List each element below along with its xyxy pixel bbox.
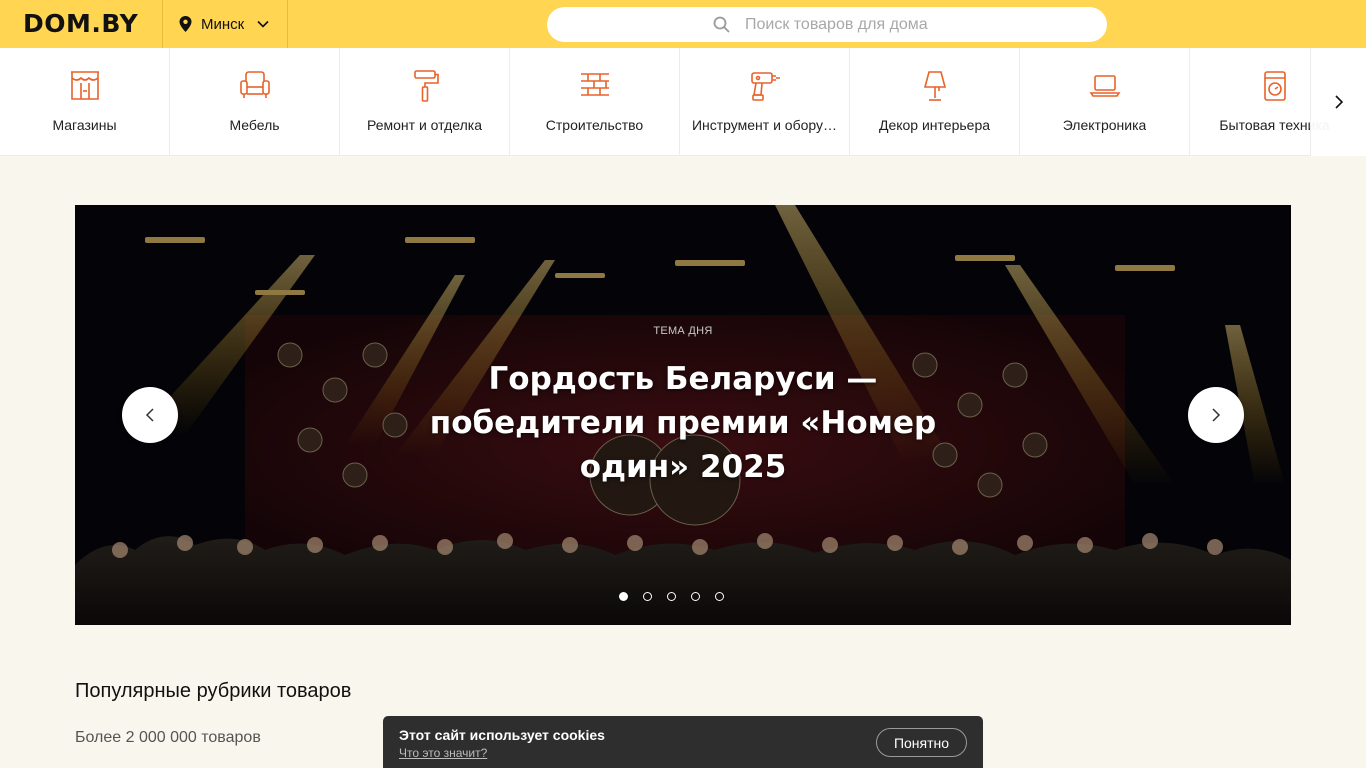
header-bar: DOM.BY Минск [0,0,1366,48]
banner-pagination [619,592,739,601]
category-electronics[interactable]: Электроника [1020,48,1190,155]
search-input[interactable] [745,13,1085,37]
category-nav: Магазины Мебель Ремонт и отделка Строите… [0,48,1366,156]
category-renovation[interactable]: Ремонт и отделка [340,48,510,155]
section-title: Популярные рубрики товаров [75,680,352,702]
drill-icon [750,72,780,101]
category-label: Магазины [52,117,117,133]
cookie-title: Этот сайт использует cookies [399,727,605,743]
category-label: Строительство [545,117,644,133]
banner-headline[interactable]: Гордость Беларуси — победители премии «Н… [425,357,941,489]
brick-wall-icon [580,73,609,96]
cookie-info-link[interactable]: Что это значит? [399,746,487,760]
lamp-icon [923,71,946,101]
pagination-dot[interactable] [691,592,700,601]
city-selector[interactable]: Минск [162,0,288,48]
cookie-banner: Этот сайт использует cookies Что это зна… [383,716,983,768]
hero-banner[interactable]: ТЕМА ДНЯ Гордость Беларуси — победители … [75,205,1291,625]
category-construction[interactable]: Строительство [510,48,680,155]
armchair-icon [239,71,270,98]
banner-prev-button[interactable] [122,387,178,443]
category-shops[interactable]: Магазины [0,48,170,155]
location-pin-icon [179,16,192,32]
site-logo[interactable]: DOM.BY [23,9,138,38]
categories-next-button[interactable] [1310,48,1366,156]
category-furniture[interactable]: Мебель [170,48,340,155]
laptop-icon [1089,75,1120,97]
section-subtitle: Более 2 000 000 товаров [75,729,261,746]
category-label: Мебель [229,117,280,133]
category-label: Электроника [1062,117,1147,133]
city-label: Минск [201,15,245,33]
pagination-dot[interactable] [667,592,676,601]
storefront-icon [70,71,99,100]
chevron-down-icon [257,20,269,28]
search-icon[interactable] [713,16,730,33]
category-label: Ремонт и отделка [367,117,482,133]
washing-machine-icon [1263,71,1286,101]
category-tools[interactable]: Инструмент и обору… [680,48,850,155]
pagination-dot[interactable] [643,592,652,601]
category-label: Декор интерьера [878,117,991,133]
category-decor[interactable]: Декор интерьера [850,48,1020,155]
pagination-dot[interactable] [619,592,628,601]
banner-kicker: ТЕМА ДНЯ [653,325,713,337]
cookie-accept-button[interactable]: Понятно [876,728,967,757]
banner-next-button[interactable] [1188,387,1244,443]
pagination-dot[interactable] [715,592,724,601]
chevron-left-icon [145,408,154,422]
search-box [547,7,1107,42]
chevron-right-icon [1212,408,1221,422]
paint-roller-icon [413,70,439,102]
chevron-right-icon [1334,95,1343,109]
category-label: Инструмент и обору… [691,117,838,133]
